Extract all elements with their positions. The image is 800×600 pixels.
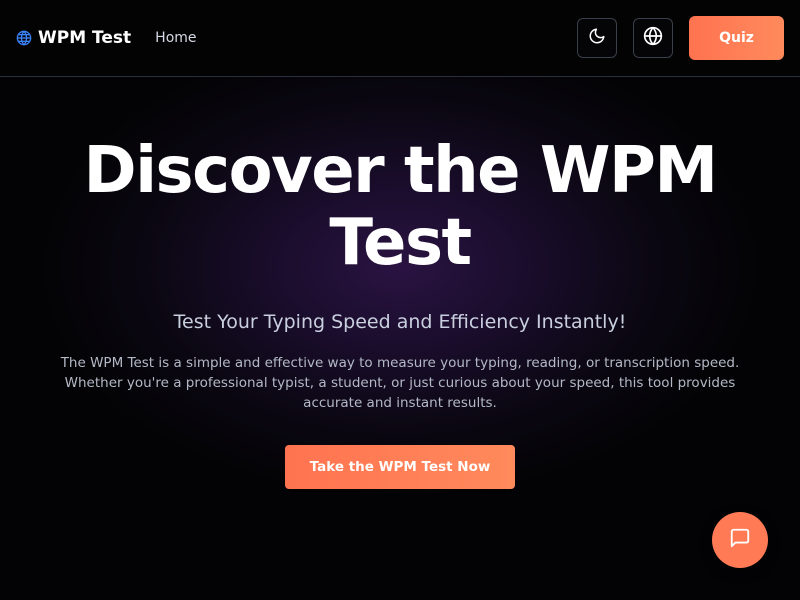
hero-section: Discover the WPM Test Test Your Typing S… (0, 77, 800, 557)
globe-icon (16, 30, 32, 46)
hero-subtitle: Test Your Typing Speed and Efficiency In… (173, 311, 627, 333)
quiz-button[interactable]: Quiz (689, 16, 784, 60)
chat-button[interactable] (712, 512, 768, 568)
chat-icon (729, 527, 751, 553)
logo-text: WPM Test (38, 28, 132, 48)
theme-toggle-button[interactable] (577, 18, 617, 58)
navbar: WPM Test Home Quiz (0, 0, 800, 77)
nav-home-link[interactable]: Home (155, 30, 196, 46)
hero-description: The WPM Test is a simple and effective w… (60, 355, 740, 411)
hero-title: Discover the WPM Test (83, 134, 718, 280)
language-button[interactable] (633, 18, 673, 58)
globe-icon (643, 26, 663, 50)
take-test-button[interactable]: Take the WPM Test Now (285, 445, 515, 489)
logo[interactable]: WPM Test (16, 28, 131, 48)
moon-icon (588, 27, 606, 49)
nav-actions: Quiz (577, 16, 784, 60)
